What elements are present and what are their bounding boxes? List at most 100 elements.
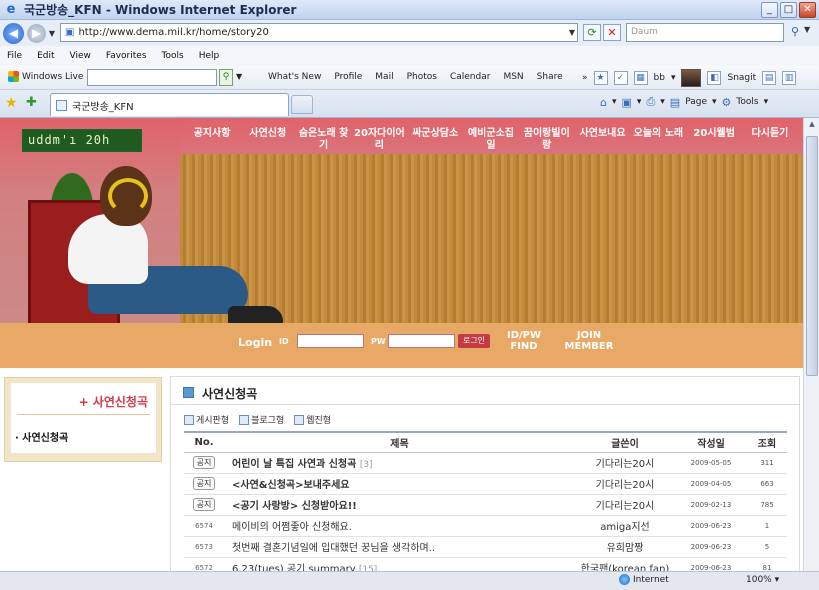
table-row[interactable]: 6572 6.23(tues) 공기 summary [15] 한국팬(korean… xyxy=(184,557,787,571)
tools-menu[interactable]: Tools xyxy=(736,97,758,107)
forward-button[interactable]: ▶ xyxy=(27,23,46,43)
address-dropdown-icon[interactable]: ▼ xyxy=(566,24,578,41)
tools-gear-icon[interactable]: ⚙ xyxy=(722,96,732,109)
search-dropdown-icon[interactable]: ▼ xyxy=(804,25,816,34)
maximize-button[interactable]: □ xyxy=(780,2,797,18)
minimize-button[interactable]: _ xyxy=(761,2,778,18)
scroll-up-icon[interactable]: ▲ xyxy=(806,120,818,134)
windows-live-brand[interactable]: Windows Live xyxy=(8,71,83,82)
menu-view[interactable]: View xyxy=(70,51,91,61)
site-logo[interactable]: uddm'ı 20h xyxy=(22,129,142,152)
table-row[interactable]: 공지 <사연&신청곡>보내주세요 기다리는20시 2009-04-05 663 xyxy=(184,473,787,495)
new-tab-button[interactable] xyxy=(291,95,313,114)
feeds-dropdown-icon[interactable]: ▾ xyxy=(637,97,642,107)
nav-item[interactable]: 오늘의 노래 xyxy=(632,128,684,152)
link-share[interactable]: Share xyxy=(537,72,563,82)
view-tab-webzine[interactable]: 웹진형 xyxy=(294,413,331,426)
page-menu-icon[interactable]: ▤ xyxy=(670,96,680,109)
refresh-button[interactable]: ⟳ xyxy=(583,24,601,41)
view-tab-board[interactable]: 게시판형 xyxy=(184,413,229,426)
close-button[interactable]: ✕ xyxy=(799,2,816,18)
table-row[interactable]: 공지 <공기 사랑방> 신청받아요!! 기다리는20시 2009-02-13 785 xyxy=(184,494,787,516)
chevron-more-icon[interactable]: » xyxy=(582,73,588,83)
home-icon[interactable]: ⌂ xyxy=(600,96,607,109)
nav-item[interactable]: 숨은노래 찾기 xyxy=(298,128,350,152)
scroll-thumb[interactable] xyxy=(806,136,818,376)
menu-favorites[interactable]: Favorites xyxy=(106,51,147,61)
search-input[interactable]: Daum xyxy=(626,23,784,42)
zoom-level[interactable]: 100% ▾ xyxy=(746,575,779,585)
live-search-go-icon[interactable]: ⚲ xyxy=(219,69,233,86)
link-photos[interactable]: Photos xyxy=(407,72,437,82)
nav-item[interactable]: 예비군소집일 xyxy=(465,128,517,152)
tab-kfn[interactable]: 국군방송_KFN xyxy=(50,93,289,116)
link-msn[interactable]: MSN xyxy=(503,72,523,82)
checkmark-icon[interactable]: ✓ xyxy=(613,71,628,85)
nav-item[interactable]: 공지사항 xyxy=(186,128,238,152)
table-row[interactable]: 6573 첫번째 결혼기념일에 입대했던 꿍님을 생각하며.. 유희맘짱 2009-… xyxy=(184,536,787,558)
live-search-dropdown-icon[interactable]: ▼ xyxy=(236,72,242,81)
post-title-link[interactable]: <사연&신청곡>보내주세요 xyxy=(232,480,349,491)
find-id-pw-link[interactable]: ID/PW FIND xyxy=(506,330,542,352)
snagit-icon[interactable]: ◧ xyxy=(707,71,722,85)
menu-edit[interactable]: Edit xyxy=(37,51,54,61)
login-button[interactable]: 로그인 xyxy=(458,334,490,348)
nav-item[interactable]: 싸군상담소 xyxy=(409,128,461,152)
post-title-link[interactable]: 메이비의 어쩜좋아 신청해요. xyxy=(232,522,352,533)
page-menu[interactable]: Page xyxy=(685,97,707,107)
row-author[interactable]: amiga지선 xyxy=(575,515,675,537)
link-mail[interactable]: Mail xyxy=(375,72,393,82)
view-tab-blog[interactable]: 블로그형 xyxy=(239,413,284,426)
menu-help[interactable]: Help xyxy=(199,51,220,61)
menu-tools[interactable]: Tools xyxy=(162,51,184,61)
tools-dropdown-icon[interactable]: ▾ xyxy=(764,97,769,107)
row-author[interactable]: 유희맘짱 xyxy=(575,536,675,558)
row-author[interactable]: 기다리는20시 xyxy=(575,494,675,516)
nav-item[interactable]: 사연신청 xyxy=(242,128,294,152)
link-whats-new[interactable]: What's New xyxy=(268,72,321,82)
nav-item[interactable]: 20시웰범 xyxy=(688,128,740,152)
snagit-label[interactable]: Snagit xyxy=(727,73,756,83)
nav-item[interactable]: 다시듣기 xyxy=(744,128,796,152)
post-title-link[interactable]: 첫번째 결혼기념일에 입대했던 꿍님을 생각하며.. xyxy=(232,543,435,554)
row-author[interactable]: 기다리는20시 xyxy=(575,473,675,495)
table-row[interactable]: 6574 메이비의 어쩜좋아 신청해요. amiga지선 2009-06-23 1 xyxy=(184,515,787,537)
add-favorite-icon[interactable]: ✚ xyxy=(26,96,37,110)
pw-input[interactable] xyxy=(388,334,455,348)
vertical-scrollbar[interactable]: ▲ xyxy=(803,118,819,571)
join-member-link[interactable]: JOIN MEMBER xyxy=(563,330,615,352)
security-zone[interactable]: Internet xyxy=(619,574,669,585)
capture-settings-icon[interactable]: ▥ xyxy=(782,71,797,85)
menu-file[interactable]: File xyxy=(7,51,22,61)
address-input[interactable]: ▣ http://www.dema.mil.kr/home/story20 xyxy=(60,23,578,42)
page-dropdown-icon[interactable]: ▾ xyxy=(712,97,717,107)
user-dropdown-icon[interactable]: ▾ xyxy=(671,73,676,83)
live-search-input[interactable] xyxy=(87,69,217,86)
feeds-icon[interactable]: ▣ xyxy=(622,96,632,109)
favorites-star-icon[interactable]: ★ xyxy=(5,96,18,110)
link-profile[interactable]: Profile xyxy=(334,72,362,82)
id-input[interactable] xyxy=(297,334,364,348)
favorites-icon[interactable]: ★ xyxy=(593,71,608,85)
avatar[interactable] xyxy=(681,69,702,87)
nav-item[interactable]: 꿈이랑빌이랑 xyxy=(521,128,573,152)
search-icon[interactable]: ⚲ xyxy=(786,23,804,42)
row-author[interactable]: 기다리는20시 xyxy=(575,452,675,474)
post-title-link[interactable]: 6.23(tues) 공기 summary xyxy=(232,564,356,571)
back-button[interactable]: ◀ xyxy=(3,22,24,44)
capture-icon[interactable]: ▤ xyxy=(762,71,777,85)
user-name[interactable]: bb xyxy=(654,73,665,83)
table-row[interactable]: 공지 어린이 날 특집 사연과 신청곡 [3] 기다리는20시 2009-05-05 3… xyxy=(184,452,787,474)
print-icon[interactable]: ⎙ xyxy=(646,95,655,109)
post-title-link[interactable]: 어린이 날 특집 사연과 신청곡 xyxy=(232,459,356,470)
nav-item[interactable]: 사연보내요 xyxy=(577,128,629,152)
link-calendar[interactable]: Calendar xyxy=(450,72,490,82)
stop-button[interactable]: ✕ xyxy=(603,24,621,41)
post-title-link[interactable]: <공기 사랑방> 신청받아요!! xyxy=(232,501,357,512)
home-dropdown-icon[interactable]: ▾ xyxy=(612,97,617,107)
print-dropdown-icon[interactable]: ▾ xyxy=(660,97,665,107)
sidebar-item-request[interactable]: · 사연신청곡 xyxy=(15,429,68,444)
history-dropdown-icon[interactable]: ▼ xyxy=(46,29,58,38)
nav-item[interactable]: 20자다이어리 xyxy=(353,128,405,152)
grid-icon[interactable]: ▦ xyxy=(633,71,648,85)
